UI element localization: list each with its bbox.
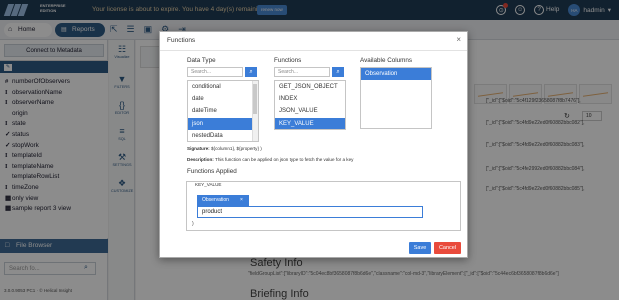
save-button[interactable]: Save <box>409 242 431 254</box>
data-type-option[interactable]: json <box>188 117 258 130</box>
data-type-option[interactable]: conditional <box>188 81 258 93</box>
description-text: Description: This function can be applie… <box>187 157 353 162</box>
applied-column-label: Observation <box>202 197 229 203</box>
functions-items: GET_JSON_OBJECT INDEX JSON_VALUE KEY_VALUE <box>275 81 345 129</box>
data-type-label: Data Type <box>187 57 216 64</box>
closing-paren: ) <box>192 221 194 227</box>
data-type-search-button[interactable]: ⌕ <box>245 67 257 77</box>
data-type-scroll-thumb[interactable] <box>253 84 257 114</box>
signature-text: Signature: ${column1}, ${property} ) <box>187 146 262 151</box>
function-option[interactable]: INDEX <box>275 93 345 105</box>
function-option[interactable]: GET_JSON_OBJECT <box>275 81 345 93</box>
data-type-list[interactable]: conditional date dateTime json nestedData <box>187 80 259 142</box>
function-option[interactable]: KEY_VALUE <box>275 117 345 129</box>
functions-list[interactable]: GET_JSON_OBJECT INDEX JSON_VALUE KEY_VALUE <box>274 80 346 130</box>
applied-property-input[interactable]: product <box>197 206 423 218</box>
data-type-option[interactable]: date <box>188 93 258 105</box>
dialog-title: Functions <box>167 37 196 44</box>
description-label: Description: <box>187 157 214 162</box>
dialog-divider <box>160 50 467 51</box>
signature-value: ${column1}, ${property} ) <box>211 146 262 151</box>
close-icon[interactable]: × <box>456 35 461 44</box>
data-type-option[interactable]: dateTime <box>188 105 258 117</box>
columns-items: Observation <box>361 68 431 81</box>
applied-function-name: KEY_VALUE <box>195 182 222 187</box>
column-option[interactable]: Observation <box>361 68 431 81</box>
available-columns-list[interactable]: Observation <box>360 67 432 129</box>
data-type-search[interactable]: Search... <box>187 67 243 77</box>
function-option[interactable]: JSON_VALUE <box>275 105 345 117</box>
data-type-scrollbar[interactable] <box>252 81 258 141</box>
cancel-button[interactable]: Cancel <box>434 242 461 254</box>
signature-label: Signature: <box>187 146 210 151</box>
functions-applied-label: Functions Applied <box>187 168 237 175</box>
description-value: This function can be applied on json typ… <box>215 157 354 162</box>
data-type-items: conditional date dateTime json nestedData <box>188 81 258 141</box>
functions-label: Functions <box>274 57 302 64</box>
available-columns-label: Available Columns <box>360 57 413 64</box>
remove-tag-icon[interactable]: × <box>240 195 243 206</box>
data-type-option[interactable]: nestedData <box>188 130 258 141</box>
functions-search[interactable]: Search... <box>274 67 330 77</box>
functions-search-button[interactable]: ⌕ <box>332 67 344 77</box>
search-icon: ⌕ <box>249 69 253 75</box>
search-icon: ⌕ <box>336 69 340 75</box>
